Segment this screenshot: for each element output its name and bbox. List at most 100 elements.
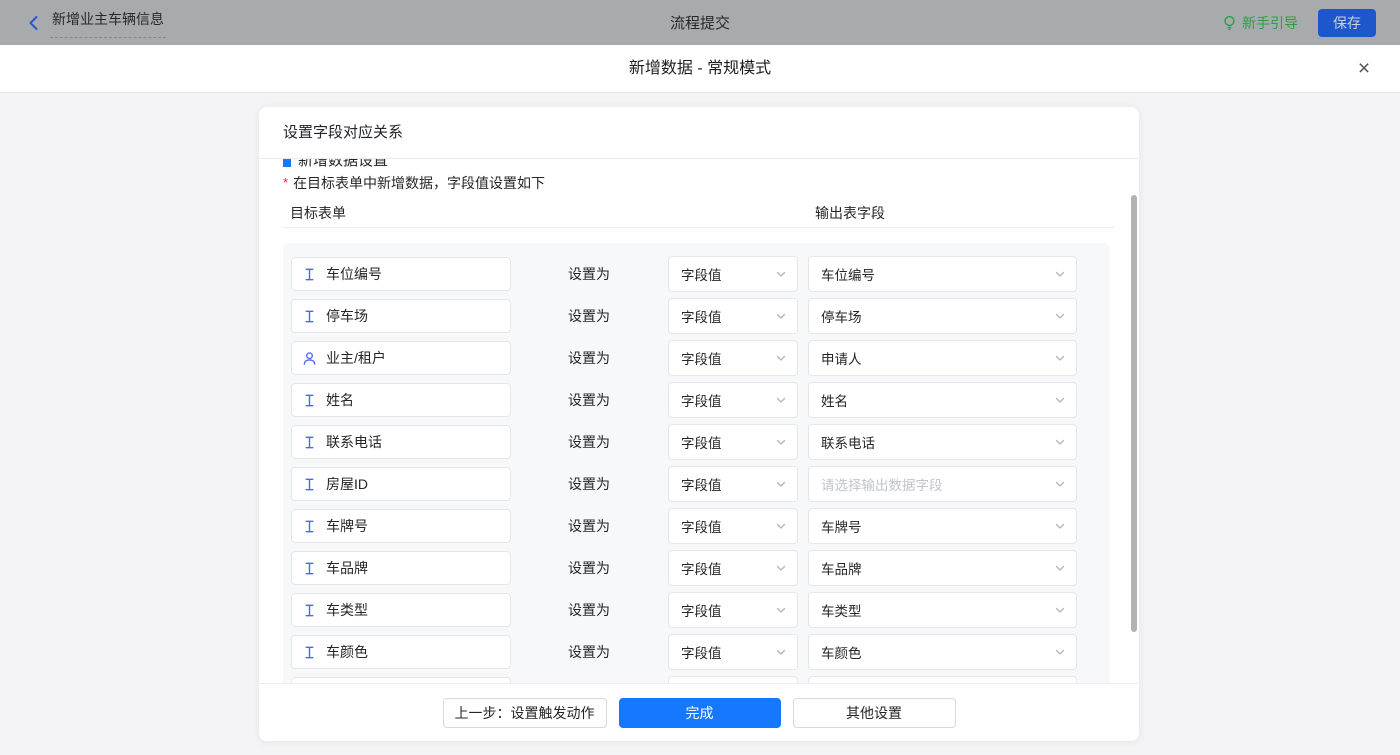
target-field-label: 停车场 bbox=[326, 306, 368, 326]
modal-title: 新增数据 - 常规模式 bbox=[0, 45, 1400, 93]
chevron-down-icon bbox=[775, 352, 787, 364]
output-field-select[interactable]: 姓名 bbox=[808, 382, 1077, 418]
chevron-down-icon bbox=[1054, 352, 1066, 364]
target-field-box[interactable]: 房屋ID bbox=[291, 467, 511, 501]
output-field-select[interactable]: 停车场 bbox=[808, 298, 1077, 334]
set-as-label: 设置为 bbox=[568, 390, 612, 410]
target-field-box[interactable]: 业主/租户 bbox=[291, 341, 511, 375]
text-cursor-icon bbox=[302, 393, 317, 408]
target-field-label: 车颜色 bbox=[326, 642, 368, 662]
value-mode-select[interactable]: 字段值 bbox=[668, 382, 798, 418]
output-field-selected: 车颜色 bbox=[821, 642, 862, 662]
done-button[interactable]: 完成 bbox=[619, 698, 781, 728]
target-field-box[interactable]: 车牌号 bbox=[291, 509, 511, 543]
other-settings-button[interactable]: 其他设置 bbox=[793, 698, 956, 728]
value-mode-select[interactable]: 字段值 bbox=[668, 256, 798, 292]
value-mode-selected: 字段值 bbox=[681, 264, 722, 284]
chevron-down-icon bbox=[1054, 562, 1066, 574]
output-field-select[interactable]: 车颜色 bbox=[808, 634, 1077, 670]
chevron-down-icon bbox=[775, 646, 787, 658]
output-field-select[interactable]: 联系电话 bbox=[808, 424, 1077, 460]
value-mode-select[interactable]: 字段值 bbox=[668, 424, 798, 460]
card-title: 设置字段对应关系 bbox=[259, 107, 1139, 159]
value-mode-select[interactable] bbox=[668, 676, 798, 683]
lightbulb-icon bbox=[1222, 15, 1237, 31]
output-field-select[interactable]: 请选择输出数据字段 bbox=[808, 466, 1077, 502]
output-field-selected: 车品牌 bbox=[821, 558, 862, 578]
value-mode-select[interactable]: 字段值 bbox=[668, 340, 798, 376]
target-field-box[interactable]: 姓名 bbox=[291, 383, 511, 417]
target-field-box[interactable]: 车类型 bbox=[291, 593, 511, 627]
target-field-label: 车位编号 bbox=[326, 264, 382, 284]
newbie-guide-link[interactable]: 新手引导 bbox=[1222, 13, 1298, 33]
output-field-select[interactable] bbox=[808, 676, 1077, 683]
target-field-box[interactable]: 联系电话 bbox=[291, 425, 511, 459]
value-mode-select[interactable]: 字段值 bbox=[668, 592, 798, 628]
flow-stage-title: 流程提交 bbox=[0, 12, 1400, 33]
target-field-label: 房屋ID bbox=[326, 474, 368, 494]
target-field-box[interactable]: 车位编号 bbox=[291, 257, 511, 291]
target-field-label: 业主/租户 bbox=[326, 348, 386, 368]
set-as-label: 设置为 bbox=[568, 306, 612, 326]
chevron-down-icon bbox=[775, 520, 787, 532]
value-mode-select[interactable]: 字段值 bbox=[668, 466, 798, 502]
text-cursor-icon bbox=[302, 603, 317, 618]
chevron-down-icon bbox=[1054, 436, 1066, 448]
set-as-label: 设置为 bbox=[568, 642, 612, 662]
card-footer: 上一步：设置触发动作 完成 其他设置 bbox=[259, 683, 1139, 741]
save-button[interactable]: 保存 bbox=[1318, 9, 1376, 37]
output-field-select[interactable]: 申请人 bbox=[808, 340, 1077, 376]
field-mapping-row: 车牌号 设置为 字段值 车牌号 bbox=[291, 505, 1110, 547]
output-field-selected: 请选择输出数据字段 bbox=[821, 474, 943, 494]
target-field-label: 车类型 bbox=[326, 600, 368, 620]
chevron-down-icon bbox=[1054, 478, 1066, 490]
output-field-select[interactable]: 车牌号 bbox=[808, 508, 1077, 544]
value-mode-selected: 字段值 bbox=[681, 474, 722, 494]
output-field-selected: 姓名 bbox=[821, 390, 848, 410]
user-icon bbox=[302, 351, 317, 366]
set-as-label: 设置为 bbox=[568, 474, 612, 494]
field-mapping-row: 车品牌 设置为 字段值 车品牌 bbox=[291, 547, 1110, 589]
set-as-label: 设置为 bbox=[568, 348, 612, 368]
value-mode-select[interactable]: 字段值 bbox=[668, 298, 798, 334]
text-cursor-icon bbox=[302, 645, 317, 660]
text-cursor-icon bbox=[302, 267, 317, 282]
output-field-selected: 车类型 bbox=[821, 600, 862, 620]
field-mapping-row: 车类型 设置为 字段值 车类型 bbox=[291, 589, 1110, 631]
value-mode-selected: 字段值 bbox=[681, 642, 722, 662]
chevron-down-icon bbox=[775, 268, 787, 280]
field-mapping-row: 房屋ID 设置为 字段值 请选择输出数据字段 bbox=[291, 463, 1110, 505]
value-mode-select[interactable]: 字段值 bbox=[668, 508, 798, 544]
field-mapping-row: 车颜色 设置为 字段值 车颜色 bbox=[291, 631, 1110, 673]
chevron-down-icon bbox=[775, 562, 787, 574]
output-field-select[interactable]: 车类型 bbox=[808, 592, 1077, 628]
target-field-box[interactable]: 车品牌 bbox=[291, 551, 511, 585]
chevron-down-icon bbox=[775, 394, 787, 406]
column-header-target-form: 目标表单 bbox=[290, 203, 346, 223]
field-mapping-row: 停车场 设置为 字段值 停车场 bbox=[291, 295, 1110, 337]
target-field-label: 车品牌 bbox=[326, 558, 368, 578]
value-mode-selected: 字段值 bbox=[681, 516, 722, 536]
value-mode-selected: 字段值 bbox=[681, 306, 722, 326]
value-mode-selected: 字段值 bbox=[681, 390, 722, 410]
value-mode-select[interactable]: 字段值 bbox=[668, 550, 798, 586]
field-mapping-row: 姓名 设置为 字段值 姓名 bbox=[291, 379, 1110, 421]
output-field-select[interactable]: 车位编号 bbox=[808, 256, 1077, 292]
output-field-selected: 车位编号 bbox=[821, 264, 875, 284]
column-header-output-fields: 输出表字段 bbox=[815, 203, 885, 223]
value-mode-select[interactable]: 字段值 bbox=[668, 634, 798, 670]
field-mapping-panel: 车位编号 设置为 字段值 车位编号 停车场 设置为 字段值 停车场 bbox=[283, 243, 1110, 683]
set-as-label: 设置为 bbox=[568, 600, 612, 620]
target-field-box[interactable]: 车颜色 bbox=[291, 635, 511, 669]
target-field-box[interactable]: 停车场 bbox=[291, 299, 511, 333]
scrollbar-thumb[interactable] bbox=[1131, 195, 1137, 632]
text-cursor-icon bbox=[302, 435, 317, 450]
field-mapping-row: 业主/租户 设置为 字段值 申请人 bbox=[291, 337, 1110, 379]
chevron-down-icon bbox=[1054, 310, 1066, 322]
prev-step-button[interactable]: 上一步：设置触发动作 bbox=[443, 698, 607, 728]
target-field-label: 车牌号 bbox=[326, 516, 368, 536]
chevron-down-icon bbox=[1054, 394, 1066, 406]
output-field-select[interactable]: 车品牌 bbox=[808, 550, 1077, 586]
set-as-label: 设置为 bbox=[568, 264, 612, 284]
close-icon[interactable]: × bbox=[1353, 58, 1375, 80]
